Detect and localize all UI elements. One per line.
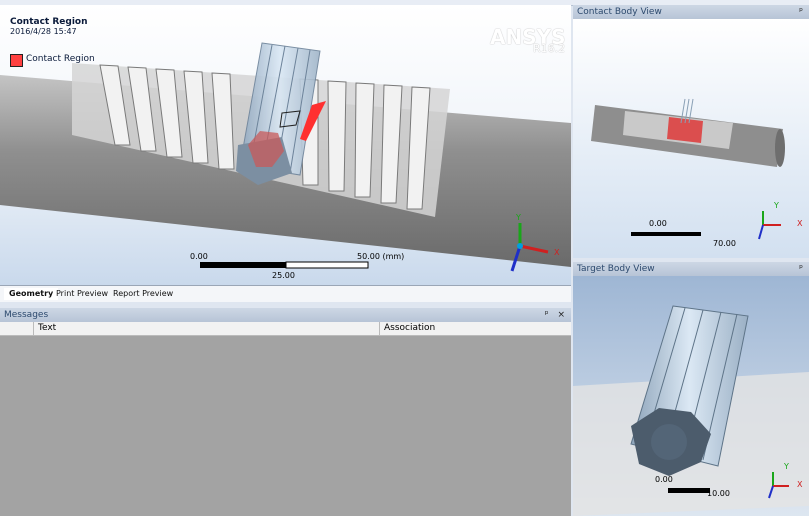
target-body-view-header: Target Body View ᵖ (573, 262, 809, 276)
messages-pane: Messages ᵖ × Text Association (0, 308, 571, 516)
scale-bar (200, 261, 369, 269)
legend-swatch (10, 54, 23, 67)
target-scale-left: 0.00 (655, 475, 673, 484)
tab-print-preview[interactable]: Print Preview (51, 288, 113, 300)
triad-x-label: X (554, 248, 560, 257)
contact-body-render (573, 19, 809, 258)
close-icon[interactable]: × (557, 310, 565, 320)
target-body-view[interactable]: Target Body View ᵖ 0.00 10.00 Y X (573, 262, 809, 516)
legend-label: Contact Region (26, 54, 95, 64)
contact-scale-right: 70.00 (713, 239, 736, 248)
target-body-view-title: Target Body View (577, 264, 655, 274)
scale-left-label: 0.00 (190, 252, 208, 261)
messages-column-headers: Text Association (0, 322, 571, 336)
view-title: Contact Region (10, 17, 88, 27)
pin-icon[interactable]: ᵖ (799, 262, 803, 276)
target-body-render (573, 276, 809, 516)
pin-icon[interactable]: ᵖ (799, 5, 803, 19)
contact-scale-left: 0.00 (649, 219, 667, 228)
contact-body-view-title: Contact Body View (577, 7, 662, 17)
column-text[interactable]: Text (38, 323, 56, 333)
contact-triad-x: X (797, 219, 803, 228)
view-tabs: Geometry Print Preview Report Preview (0, 285, 571, 302)
target-scale-right: 10.00 (707, 489, 730, 498)
messages-header: Messages ᵖ × (0, 308, 571, 322)
model-render (0, 5, 571, 285)
contact-body-view[interactable]: Contact Body View ᵖ 0.00 70.00 Y X (573, 5, 809, 258)
tab-report-preview[interactable]: Report Preview (108, 288, 178, 300)
target-triad-y: Y (784, 462, 789, 471)
triad-y-label: Y (516, 213, 521, 222)
pin-icon[interactable]: ᵖ (545, 310, 549, 320)
contact-triad-y: Y (774, 201, 779, 210)
scale-mid-label: 25.00 (272, 271, 295, 280)
graphics-viewport[interactable]: Contact Region 2016/4/28 15:47 Contact R… (0, 5, 571, 285)
target-triad-x: X (797, 480, 803, 489)
ansys-version: R16.2 (533, 42, 566, 55)
column-association[interactable]: Association (384, 323, 435, 333)
scale-right-label: 50.00 (mm) (357, 252, 405, 261)
view-date: 2016/4/28 15:47 (10, 27, 77, 36)
messages-title: Messages (4, 310, 49, 320)
contact-body-view-header: Contact Body View ᵖ (573, 5, 809, 19)
